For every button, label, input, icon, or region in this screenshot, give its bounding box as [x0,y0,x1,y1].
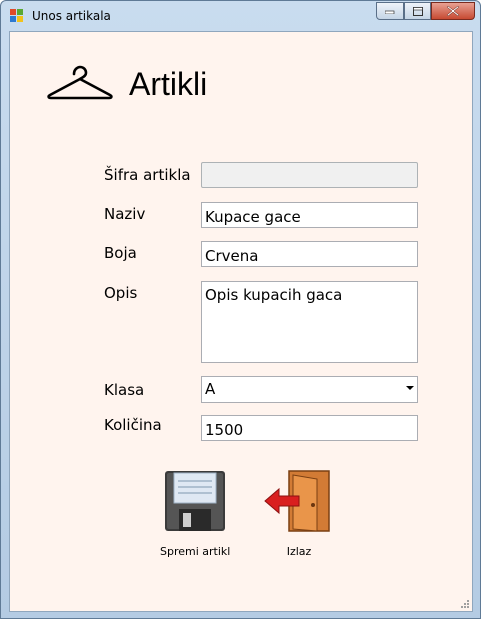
minimize-icon [385,10,395,14]
minimize-button[interactable] [376,2,404,20]
hanger-icon [47,65,113,100]
naziv-field[interactable] [201,202,418,228]
exit-button-label: Izlaz [286,545,312,558]
window-title: Unos artikala [32,9,111,23]
save-button-label: Spremi artikl [160,545,231,558]
maximize-icon [412,6,423,16]
label-boja: Boja [104,244,137,262]
boja-field[interactable] [201,241,418,267]
label-opis: Opis [104,284,138,302]
label-sifra: Šifra artikla [104,166,191,184]
kolicina-field[interactable] [201,415,418,441]
exit-door-icon [264,470,330,532]
label-kolicina: Količina [104,416,162,434]
chevron-down-icon[interactable] [406,386,414,390]
label-naziv: Naziv [104,205,146,223]
title-bar[interactable]: Unos artikala [1,1,480,30]
floppy-disk-icon [165,471,226,531]
klasa-select[interactable]: A [201,376,418,403]
resize-grip-icon[interactable] [460,599,470,609]
close-icon [447,6,459,16]
page-title: Artikli [129,66,208,102]
app-window: Unos artikala Artikli Šifra artikla Nazi… [0,0,481,619]
save-button[interactable]: Spremi artikl [160,469,230,558]
form-panel: Artikli Šifra artikla Naziv Boja Opis Op… [9,31,473,612]
exit-button[interactable]: Izlaz [263,469,335,558]
opis-field[interactable]: Opis kupacih gaca [201,281,418,363]
close-button[interactable] [431,2,475,20]
app-icon [10,9,23,22]
klasa-selected-value: A [205,380,216,398]
sifra-field[interactable] [201,162,418,188]
maximize-button[interactable] [404,2,431,20]
label-klasa: Klasa [104,381,145,399]
